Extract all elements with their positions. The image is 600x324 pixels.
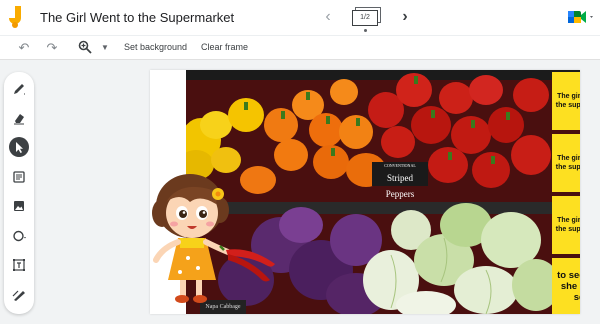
zoom-icon[interactable] [77, 40, 93, 56]
striped-peppers-sign: Striped Peppers [372, 170, 428, 199]
conventional-sign: CONVENTIONAL [372, 162, 428, 170]
document-title[interactable]: The Girl Went to the Supermarket [40, 10, 234, 25]
next-frame-button[interactable]: › [397, 8, 413, 26]
cursor-icon [16, 142, 23, 153]
previous-frame-button[interactable]: ‹ [320, 8, 336, 26]
meet-icon[interactable] [566, 8, 596, 26]
sticky-note[interactable]: The girl went to the supermarket [552, 196, 580, 254]
jam-canvas[interactable]: CONVENTIONAL Striped Peppers Napa Cabbag… [150, 70, 580, 314]
zoom-dropdown-icon[interactable]: ▼ [97, 40, 113, 56]
image-tool[interactable] [9, 196, 29, 216]
frame-bar-toggle[interactable]: 1/2 [352, 7, 382, 32]
eraser-tool[interactable] [9, 108, 29, 128]
jamboard-logo [9, 6, 21, 28]
undo-icon[interactable]: ↶ [16, 40, 32, 56]
select-tool[interactable] [9, 137, 29, 157]
eraser-icon [14, 114, 24, 125]
text-box-tool[interactable] [9, 255, 29, 275]
set-background-button[interactable]: Set background [124, 42, 187, 52]
sticky-note-tool[interactable] [9, 167, 29, 187]
tool-sidebar [4, 72, 34, 314]
circle-icon [13, 230, 26, 242]
sticky-note[interactable]: The girl went to the supermarket [552, 134, 580, 192]
frame-indicator: 1/2 [352, 10, 378, 26]
sticky-note-icon [13, 171, 25, 183]
text-box-icon [13, 259, 25, 271]
laser-tool[interactable] [9, 285, 29, 305]
girl-clipart[interactable] [150, 168, 280, 308]
redo-icon[interactable]: ↷ [44, 40, 60, 56]
clear-frame-button[interactable]: Clear frame [201, 42, 248, 52]
app-header: The Girl Went to the Supermarket ‹ 1/2 › [0, 0, 600, 35]
sticky-note[interactable]: to see what she could see. [552, 258, 580, 314]
image-icon [14, 201, 24, 211]
shape-tool[interactable] [9, 226, 29, 246]
toolbar: ↶ ↷ ▼ Set background Clear frame [0, 35, 600, 60]
pen-icon [14, 84, 25, 95]
laser-icon [12, 290, 25, 301]
sticky-note[interactable]: The girl went to the supermarket [552, 72, 580, 130]
pen-tool[interactable] [9, 79, 29, 99]
